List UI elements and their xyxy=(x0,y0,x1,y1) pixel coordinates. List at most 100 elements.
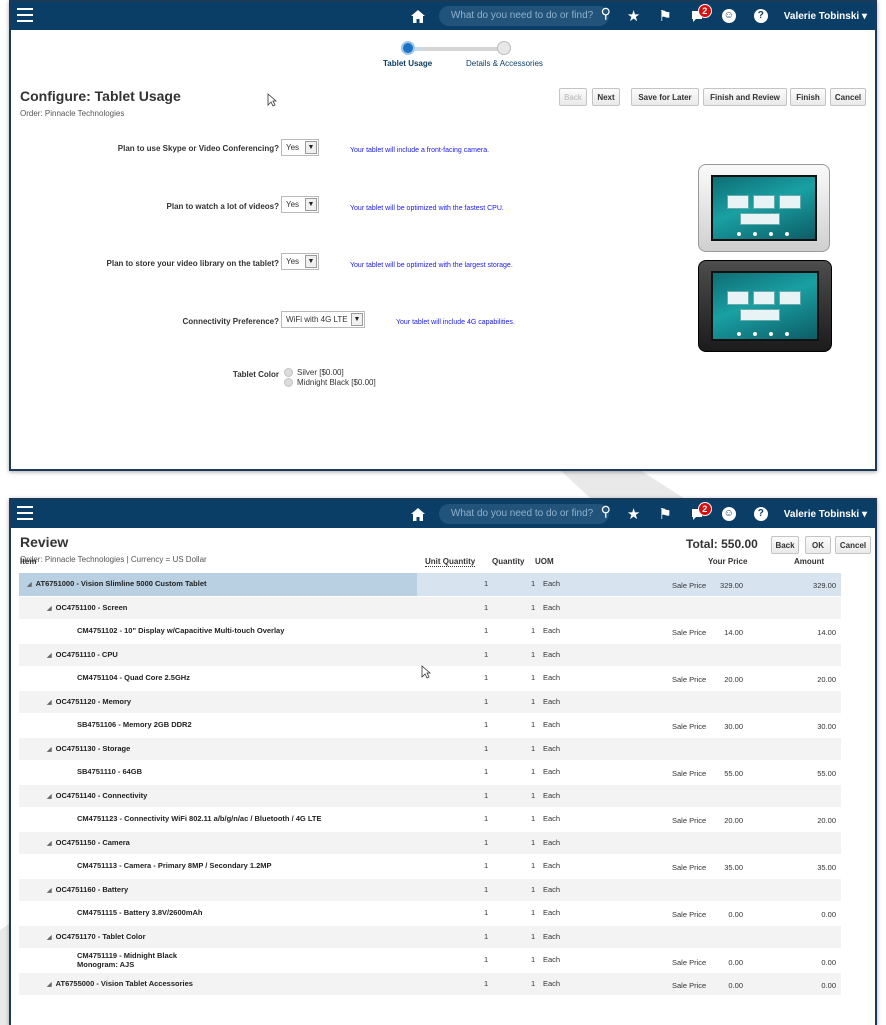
table-row[interactable]: ◢ AT6755000 - Vision Tablet Accessories 1 1… xyxy=(19,972,841,996)
notifications-icon[interactable]: 2 xyxy=(690,501,712,521)
radio-button[interactable] xyxy=(284,378,293,387)
connectivity-select[interactable]: WiFi with 4G LTE ▼ xyxy=(281,311,365,328)
cancel-button[interactable]: Cancel xyxy=(830,88,866,106)
table-row[interactable]: ◢ OC4751130 - Storage 1 1 Each xyxy=(19,737,841,761)
table-row[interactable]: ◢ OC4751160 - Battery 1 1 Each xyxy=(19,878,841,902)
table-row[interactable]: CM4751102 - 10" Display w/Capacitive Mul… xyxy=(19,620,841,644)
table-row[interactable]: ◢ AT6751000 - Vision Slimline 5000 Custom… xyxy=(19,573,841,597)
finish-button[interactable]: Finish xyxy=(790,88,826,106)
expand-triangle-icon[interactable]: ◢ xyxy=(47,841,52,847)
row-item-cell: ◢ OC4751150 - Camera xyxy=(47,838,130,847)
watch-videos-select[interactable]: Yes ▼ xyxy=(281,196,319,213)
finish-and-review-button[interactable]: Finish and Review xyxy=(703,88,787,106)
expand-triangle-icon[interactable]: ◢ xyxy=(47,747,52,753)
search-icon[interactable]: ⚲ xyxy=(601,5,611,22)
column-header-quantity[interactable]: Quantity xyxy=(492,557,524,566)
expand-triangle-icon[interactable]: ◢ xyxy=(47,982,52,988)
radio-button[interactable] xyxy=(284,368,293,377)
expand-triangle-icon[interactable]: ◢ xyxy=(27,582,32,588)
expand-triangle-icon[interactable]: ◢ xyxy=(47,653,52,659)
item-name: CM4751104 - Quad Core 2.5GHz xyxy=(77,673,190,682)
column-header-uom[interactable]: UOM xyxy=(535,557,554,566)
unit-quantity-cell: 1 xyxy=(484,837,489,847)
home-icon[interactable] xyxy=(410,9,425,23)
accessibility-icon[interactable]: ☺ xyxy=(721,507,736,521)
table-row[interactable]: CM4751119 - Midnight Black Monogram: AJS 1… xyxy=(19,949,841,973)
price-type-cell: Sale Price xyxy=(672,958,707,967)
review-back-button[interactable]: Back xyxy=(771,536,799,554)
review-cancel-button[interactable]: Cancel xyxy=(835,536,871,554)
expand-triangle-icon[interactable]: ◢ xyxy=(47,700,52,706)
home-icon[interactable] xyxy=(410,507,425,521)
row-item-cell: ◢ OC4751170 - Tablet Color xyxy=(47,932,146,941)
save-for-later-button[interactable]: Save for Later xyxy=(631,88,699,106)
store-library-select[interactable]: Yes ▼ xyxy=(281,253,319,270)
select-value: WiFi with 4G LTE xyxy=(286,315,348,324)
chevron-down-icon[interactable]: ▼ xyxy=(351,313,363,326)
row-item-cell: ◢ OC4751130 - Storage xyxy=(47,744,130,753)
notifications-icon[interactable]: 2 xyxy=(690,3,712,23)
next-button[interactable]: Next xyxy=(592,88,620,106)
ok-button[interactable]: OK xyxy=(805,536,831,554)
price-type-cell: Sale Price xyxy=(672,863,707,872)
help-icon[interactable]: ? xyxy=(753,9,768,23)
user-menu[interactable]: Valerie Tobinski ▾ xyxy=(784,11,867,22)
mouse-cursor-icon xyxy=(267,93,277,107)
help-icon[interactable]: ? xyxy=(753,507,768,521)
expand-triangle-icon[interactable]: ◢ xyxy=(47,888,52,894)
train-label-details-accessories[interactable]: Details & Accessories xyxy=(466,59,543,68)
column-header-item[interactable]: Item xyxy=(20,557,36,566)
menu-icon[interactable] xyxy=(17,506,33,520)
menu-icon[interactable] xyxy=(17,8,33,22)
column-header-your-price[interactable]: Your Price xyxy=(708,557,747,566)
unit-quantity-cell: 1 xyxy=(484,602,489,612)
table-row[interactable]: ◢ OC4751120 - Memory 1 1 Each xyxy=(19,690,841,714)
uom-cell: Each xyxy=(543,673,561,682)
flag-icon[interactable]: ⚑ xyxy=(658,505,671,523)
user-menu[interactable]: Valerie Tobinski ▾ xyxy=(784,509,867,520)
column-header-amount[interactable]: Amount xyxy=(794,557,824,566)
table-row[interactable]: SB4751106 - Memory 2GB DDR2 1 1 Each Sale Pr… xyxy=(19,714,841,738)
item-name: OC4751120 - Memory xyxy=(55,696,132,706)
quantity-cell: 1 xyxy=(531,626,536,635)
price-cell: 0.00 xyxy=(728,910,743,919)
search-icon[interactable]: ⚲ xyxy=(601,503,611,520)
table-row[interactable]: CM4751123 - Connectivity WiFi 802.11 a/b… xyxy=(19,808,841,832)
back-button[interactable]: Back xyxy=(559,88,587,106)
table-row[interactable]: ◢ OC4751100 - Screen 1 1 Each xyxy=(19,596,841,620)
expand-triangle-icon[interactable]: ◢ xyxy=(47,935,52,941)
silver-tablet-image xyxy=(698,164,830,252)
expand-triangle-icon[interactable]: ◢ xyxy=(47,606,52,612)
table-row[interactable]: ◢ OC4751140 - Connectivity 1 1 Each xyxy=(19,784,841,808)
table-row[interactable]: CM4751113 - Camera - Primary 8MP / Secon… xyxy=(19,855,841,879)
price-cell: 20.00 xyxy=(724,816,743,825)
unit-quantity-cell: 1 xyxy=(484,884,489,894)
row-item-cell: ◢ OC4751160 - Battery xyxy=(47,885,128,894)
navbar-actions: What do you need to do or find? ⚲ ★ ⚑ 2 … xyxy=(393,2,867,30)
item-name: CM4751115 - Battery 3.8V/2600mAh xyxy=(77,908,203,917)
radio-midnight-black[interactable]: Midnight Black [$0.00] xyxy=(284,378,376,387)
table-row[interactable]: SB4751110 - 64GB 1 1 Each Sale Price 55.00 55.… xyxy=(19,761,841,785)
table-row[interactable]: ◢ OC4751110 - CPU 1 1 Each xyxy=(19,643,841,667)
search-input[interactable]: What do you need to do or find? ⚲ xyxy=(438,5,611,26)
column-header-unit-quantity[interactable]: Unit Quantity xyxy=(425,557,476,567)
expand-triangle-icon[interactable]: ◢ xyxy=(47,794,52,800)
chevron-down-icon[interactable]: ▼ xyxy=(305,198,317,211)
star-icon[interactable]: ★ xyxy=(627,505,640,523)
table-row[interactable]: ◢ OC4751150 - Camera 1 1 Each xyxy=(19,831,841,855)
table-row[interactable]: ◢ OC4751170 - Tablet Color 1 1 Each xyxy=(19,925,841,949)
table-row[interactable]: CM4751115 - Battery 3.8V/2600mAh 1 1 Each Sa… xyxy=(19,902,841,926)
chevron-down-icon[interactable]: ▼ xyxy=(305,255,317,268)
train-label-tablet-usage[interactable]: Tablet Usage xyxy=(383,59,432,68)
quantity-cell: 1 xyxy=(531,908,536,917)
accessibility-icon[interactable]: ☺ xyxy=(721,9,736,23)
video-conferencing-select[interactable]: Yes ▼ xyxy=(281,139,319,156)
search-input[interactable]: What do you need to do or find? ⚲ xyxy=(438,503,611,524)
price-type-cell: Sale Price xyxy=(672,980,707,990)
train-stop-tablet-usage[interactable] xyxy=(401,41,415,55)
star-icon[interactable]: ★ xyxy=(627,7,640,25)
flag-icon[interactable]: ⚑ xyxy=(658,7,671,25)
radio-silver[interactable]: Silver [$0.00] xyxy=(284,368,344,377)
chevron-down-icon[interactable]: ▼ xyxy=(305,141,317,154)
train-stop-details-accessories[interactable] xyxy=(497,41,511,55)
